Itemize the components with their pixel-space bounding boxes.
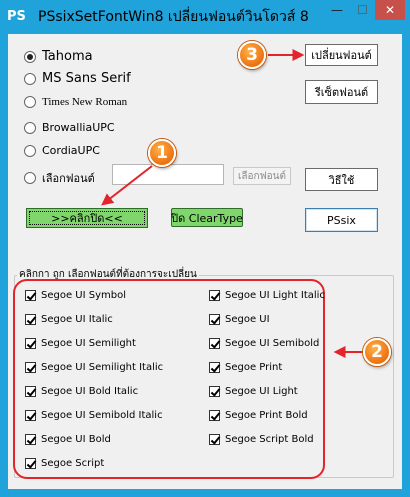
font-option-cordiaupc[interactable]: CordiaUPC [24, 144, 100, 157]
checkbox-segoe-ui-semilight-italic[interactable]: Segoe UI Semilight Italic [25, 362, 163, 373]
radio-tahoma[interactable] [24, 50, 36, 63]
font-option-label: เลือกฟอนต์ [42, 172, 95, 185]
click-close-button[interactable]: >>คลิกปิด<< [26, 208, 148, 228]
checkbox-label: Segoe Script Bold [225, 434, 314, 445]
checkbox-label: Segoe Print Bold [225, 410, 308, 421]
checkbox-segoe-ui-bold-italic[interactable]: Segoe UI Bold Italic [25, 386, 138, 397]
highlight-outline [13, 279, 325, 479]
checkbox-box[interactable] [209, 314, 220, 325]
checkbox-box[interactable] [25, 386, 36, 397]
checkbox-segoe-ui-semilight[interactable]: Segoe UI Semilight [25, 338, 136, 349]
app-window: PS PSsixSetFontWin8 เปลี่ยนฟอนต์วินโดวส์… [0, 0, 410, 497]
app-icon: PS [7, 9, 26, 24]
font-option-tahoma[interactable]: Tahoma [24, 49, 93, 64]
checkbox-label: Segoe UI Semibold [225, 338, 320, 349]
checkbox-box[interactable] [25, 338, 36, 349]
title-bar: PS PSsixSetFontWin8 เปลี่ยนฟอนต์วินโดวส์… [0, 0, 410, 34]
checkbox-segoe-ui-light[interactable]: Segoe UI Light [209, 386, 298, 397]
checkbox-segoe-ui-light-italic[interactable]: Segoe UI Light Italic [209, 290, 325, 301]
checkbox-segoe-ui-semibold-italic[interactable]: Segoe UI Semibold Italic [25, 410, 163, 421]
checkbox-box[interactable] [209, 386, 220, 397]
change-font-button[interactable]: เปลี่ยนฟอนต์ [305, 44, 378, 66]
checkbox-box[interactable] [25, 362, 36, 373]
checkbox-label: Segoe UI Light Italic [225, 290, 325, 301]
checkbox-label: Segoe UI [225, 314, 270, 325]
radio-cordiaupc[interactable] [24, 144, 36, 157]
font-option-label: CordiaUPC [42, 144, 100, 157]
client-area: Tahoma MS Sans Serif Times New Roman Bro… [8, 34, 402, 489]
font-option-label: BrowalliaUPC [42, 121, 115, 134]
checkbox-segoe-ui[interactable]: Segoe UI [209, 314, 270, 325]
step-badge-2: 2 [363, 338, 391, 366]
font-option-label: Tahoma [42, 49, 93, 64]
choose-font-button[interactable]: เลือกฟอนต์ [233, 167, 291, 185]
minimize-button[interactable]: — [324, 0, 350, 20]
step-badge-3: 3 [238, 41, 266, 69]
step-badge-1: 1 [148, 139, 176, 167]
reset-font-button[interactable]: รีเซ็ตฟอนต์ [305, 80, 378, 104]
checkbox-label: Segoe UI Semibold Italic [41, 410, 163, 421]
checkbox-box[interactable] [25, 314, 36, 325]
font-option-label: MS Sans Serif [42, 71, 131, 86]
checkbox-label: Segoe UI Symbol [41, 290, 126, 301]
checkbox-segoe-script-bold[interactable]: Segoe Script Bold [209, 434, 314, 445]
window-title: PSsixSetFontWin8 เปลี่ยนฟอนต์วินโดวส์ 8 [38, 9, 309, 25]
checkbox-segoe-ui-semibold[interactable]: Segoe UI Semibold [209, 338, 319, 349]
font-option-ms-sans-serif[interactable]: MS Sans Serif [24, 71, 131, 86]
checkbox-segoe-ui-bold[interactable]: Segoe UI Bold [25, 434, 111, 445]
font-option-browalliaupc[interactable]: BrowalliaUPC [24, 121, 115, 134]
checkbox-segoe-print[interactable]: Segoe Print [209, 362, 282, 373]
checkbox-box[interactable] [209, 434, 220, 445]
checkbox-label: Segoe UI Bold [41, 434, 111, 445]
checkbox-label: Segoe UI Bold Italic [41, 386, 139, 397]
checkbox-box[interactable] [25, 290, 36, 301]
checkbox-label: Segoe Script [41, 458, 105, 469]
checkbox-segoe-ui-italic[interactable]: Segoe UI Italic [25, 314, 113, 325]
checkbox-label: Segoe UI Italic [41, 314, 113, 325]
checkbox-box[interactable] [209, 362, 220, 373]
font-option-custom[interactable]: เลือกฟอนต์ [24, 169, 95, 187]
maximize-button[interactable]: ☐ [350, 0, 375, 20]
checkbox-box[interactable] [209, 410, 220, 421]
checkbox-label: Segoe UI Semilight Italic [41, 362, 164, 373]
checkbox-label: Segoe Print [225, 362, 283, 373]
pssix-button[interactable]: PSsix [305, 208, 378, 232]
radio-browalliaupc[interactable] [24, 121, 36, 134]
radio-custom-font[interactable] [24, 172, 36, 184]
custom-font-input[interactable] [112, 164, 224, 185]
checkbox-label: Segoe UI Light [225, 386, 298, 397]
font-option-times-new-roman[interactable]: Times New Roman [24, 96, 127, 108]
checkbox-segoe-print-bold[interactable]: Segoe Print Bold [209, 410, 308, 421]
radio-times-new-roman[interactable] [24, 96, 36, 108]
help-button[interactable]: วิธีใช้ [305, 168, 378, 191]
checkbox-box[interactable] [209, 290, 220, 301]
cleartype-off-button[interactable]: ปิด ClearType [171, 208, 243, 227]
font-option-label: Times New Roman [42, 96, 128, 108]
checkbox-box[interactable] [25, 434, 36, 445]
checkbox-segoe-script[interactable]: Segoe Script [25, 458, 104, 469]
radio-ms-sans-serif[interactable] [24, 72, 36, 85]
checkbox-box[interactable] [25, 410, 36, 421]
checkbox-box[interactable] [209, 338, 220, 349]
checkbox-segoe-ui-symbol[interactable]: Segoe UI Symbol [25, 290, 126, 301]
checkbox-label: Segoe UI Semilight [41, 338, 136, 349]
close-button[interactable]: ✕ [375, 0, 405, 20]
checkbox-box[interactable] [25, 458, 36, 469]
